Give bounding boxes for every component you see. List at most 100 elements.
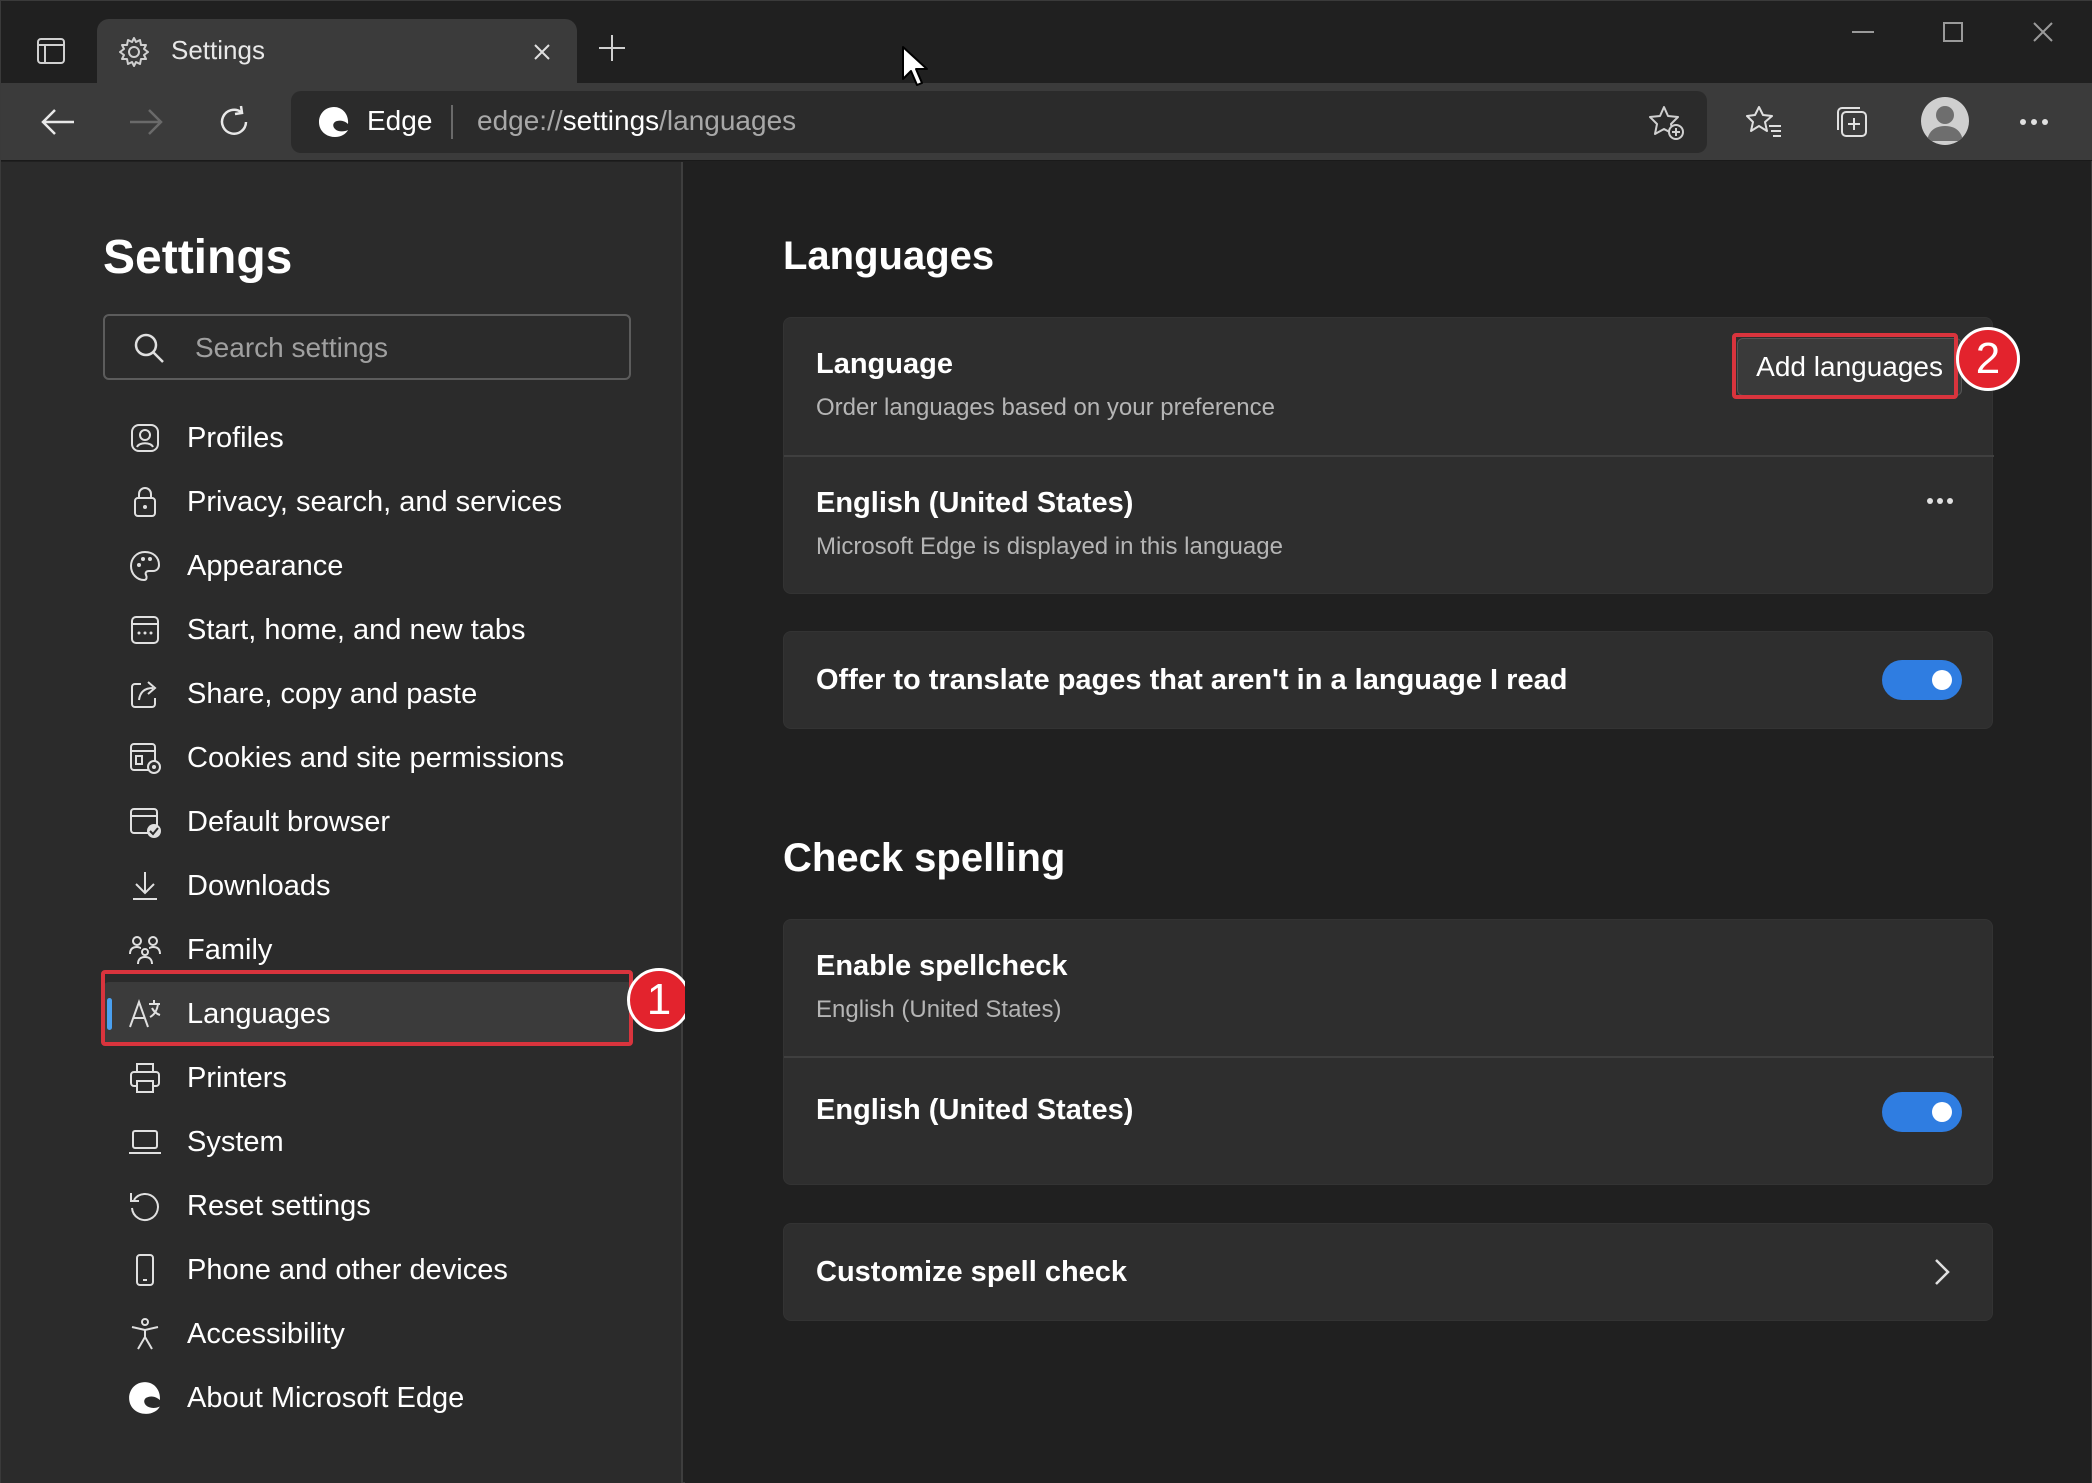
forward-button[interactable]	[121, 97, 171, 147]
profile-avatar[interactable]	[1921, 97, 1969, 145]
tab-actions-button[interactable]	[23, 25, 79, 77]
sidebar-item-start-home[interactable]: Start, home, and new tabs	[103, 598, 633, 662]
spellcheck-card: Enable spellcheck English (United States…	[783, 919, 1994, 1186]
spelling-section-title: Check spelling	[783, 836, 1066, 880]
address-bar[interactable]: Edge edge://settings/languages	[291, 91, 1707, 153]
maximize-button[interactable]	[1923, 11, 1983, 53]
english-language-row: English (United States) Microsoft Edge i…	[784, 457, 1994, 595]
favorites-button[interactable]	[1739, 97, 1789, 147]
settings-nav: Profiles Privacy, search, and services A…	[103, 406, 633, 1430]
sidebar-item-family[interactable]: Family	[103, 918, 633, 982]
add-favorite-button[interactable]	[1647, 103, 1687, 143]
tab-close-button[interactable]	[525, 35, 559, 69]
more-icon	[2020, 119, 2048, 125]
default-browser-icon	[130, 808, 161, 838]
tab-settings[interactable]: Settings	[97, 19, 577, 85]
url-text: edge://settings/languages	[477, 105, 796, 137]
sidebar-item-label: System	[187, 1126, 284, 1158]
sidebar-item-cookies[interactable]: Cookies and site permissions	[103, 726, 633, 790]
family-icon	[129, 936, 161, 965]
download-icon	[133, 872, 157, 900]
minimize-button[interactable]	[1833, 11, 1893, 53]
profile-icon	[131, 424, 159, 452]
sidebar-item-about[interactable]: About Microsoft Edge	[103, 1366, 633, 1430]
toggle-knob	[1932, 670, 1952, 690]
sidebar-item-label: Share, copy and paste	[187, 678, 478, 710]
sidebar-item-accessibility[interactable]: Accessibility	[103, 1302, 633, 1366]
refresh-icon	[220, 105, 248, 135]
sidebar-item-label: Printers	[187, 1062, 287, 1094]
url-path: /languages	[659, 105, 797, 136]
back-button[interactable]	[33, 97, 83, 147]
customize-spellcheck-card[interactable]: Customize spell check	[783, 1223, 1993, 1321]
printer-icon	[130, 1063, 160, 1093]
enable-spellcheck-title: Enable spellcheck	[816, 950, 1068, 982]
enable-spellcheck-subtitle: English (United States)	[816, 996, 1062, 1023]
sidebar-item-share[interactable]: Share, copy and paste	[103, 662, 633, 726]
language-row-subtitle: Order languages based on your preference	[816, 394, 1275, 421]
cookies-icon	[130, 743, 161, 774]
chevron-right-icon	[1924, 1254, 1960, 1290]
maximize-icon	[1943, 22, 1963, 42]
tab-title: Settings	[171, 35, 265, 65]
language-row-title: Language	[816, 348, 953, 380]
search-input[interactable]	[195, 326, 615, 370]
sidebar-item-downloads[interactable]: Downloads	[103, 854, 633, 918]
collections-button[interactable]	[1827, 97, 1877, 147]
languages-card: Language Order languages based on your p…	[783, 317, 1994, 595]
translate-row-title: Offer to translate pages that aren't in …	[816, 664, 1568, 696]
new-tab-button[interactable]	[591, 27, 633, 69]
close-icon	[2033, 22, 2053, 42]
refresh-button[interactable]	[209, 97, 259, 147]
navigation-toolbar: Edge edge://settings/languages	[1, 83, 2092, 161]
languages-icon	[129, 999, 161, 1028]
spellcheck-english-toggle[interactable]	[1882, 1092, 1962, 1132]
sidebar-item-default-browser[interactable]: Default browser	[103, 790, 633, 854]
sidebar-item-label: Profiles	[187, 422, 284, 454]
customize-spellcheck-row[interactable]: Customize spell check	[784, 1224, 1994, 1322]
palette-icon	[129, 550, 161, 582]
sidebar-item-label: Phone and other devices	[187, 1254, 508, 1286]
gear-icon	[119, 37, 149, 67]
settings-sidebar: Settings Profiles Privacy, search, and s…	[1, 162, 691, 1483]
sidebar-item-system[interactable]: System	[103, 1110, 633, 1174]
add-languages-button[interactable]: Add languages	[1737, 338, 1962, 396]
phone-icon	[136, 1254, 154, 1286]
language-more-button[interactable]	[1920, 481, 1960, 521]
laptop-icon	[129, 1130, 161, 1154]
translate-toggle[interactable]	[1882, 660, 1962, 700]
translate-card: Offer to translate pages that aren't in …	[783, 631, 1993, 729]
sidebar-item-profiles[interactable]: Profiles	[103, 406, 633, 470]
sidebar-item-appearance[interactable]: Appearance	[103, 534, 633, 598]
sidebar-item-privacy[interactable]: Privacy, search, and services	[103, 470, 633, 534]
more-icon	[1927, 498, 1953, 504]
settings-and-more-button[interactable]	[2009, 97, 2059, 147]
mouse-cursor-icon	[902, 46, 928, 86]
sidebar-item-label: Reset settings	[187, 1190, 371, 1222]
sidebar-item-phone[interactable]: Phone and other devices	[103, 1238, 633, 1302]
minimize-icon	[1852, 31, 1874, 33]
sidebar-item-printers[interactable]: Printers	[103, 1046, 633, 1110]
share-icon	[131, 681, 157, 708]
start-page-icon	[131, 616, 159, 644]
url-prefix: edge://	[477, 105, 563, 136]
sidebar-item-label: Start, home, and new tabs	[187, 614, 526, 646]
sidebar-item-label: Family	[187, 934, 273, 966]
close-icon	[534, 44, 550, 60]
language-row: Language Order languages based on your p…	[784, 318, 1994, 455]
browser-window: Settings Edge edge://settings/languages …	[0, 0, 2092, 1483]
sidebar-item-label: Default browser	[187, 806, 391, 838]
languages-section-title: Languages	[783, 234, 995, 278]
sidebar-item-reset[interactable]: Reset settings	[103, 1174, 633, 1238]
tab-actions-icon	[37, 38, 65, 64]
search-settings[interactable]	[103, 314, 631, 380]
sidebar-item-label: Privacy, search, and services	[187, 486, 562, 518]
spellcheck-english-row: English (United States)	[784, 1058, 1994, 1186]
settings-content: Languages Language Order languages based…	[685, 162, 2091, 1483]
arrow-right-icon	[130, 109, 163, 135]
close-window-button[interactable]	[2013, 11, 2073, 53]
callout-2: 2	[1956, 327, 2020, 391]
sidebar-item-languages[interactable]: Languages	[103, 982, 633, 1046]
star-add-icon	[1649, 106, 1684, 140]
address-separator	[451, 105, 453, 139]
